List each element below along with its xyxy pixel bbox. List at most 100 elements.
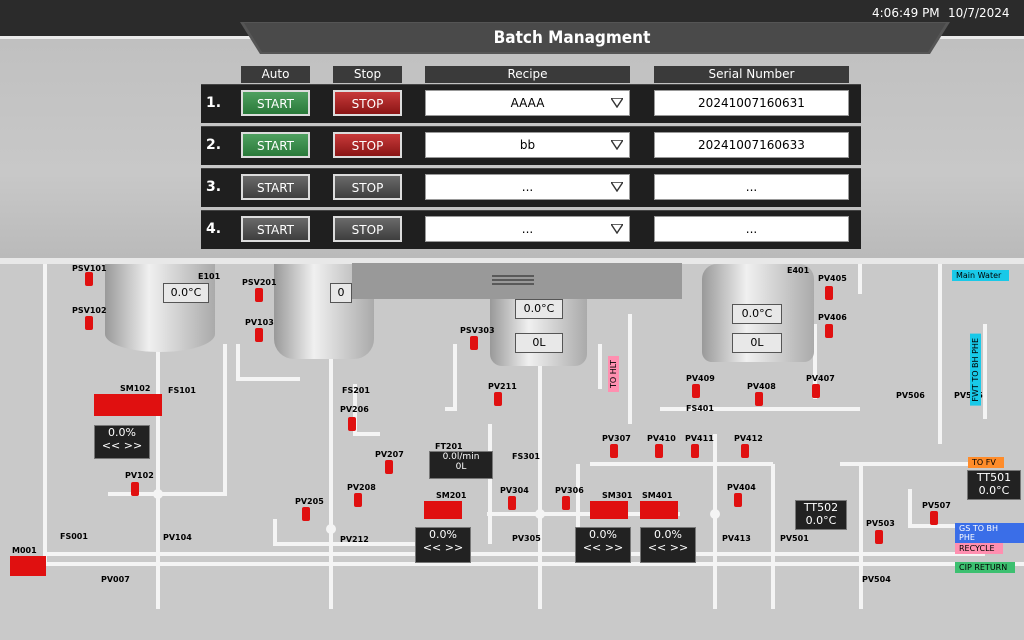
valve-pv208[interactable] [354,493,362,507]
sm201-readout: 0.0% << >> [415,527,471,563]
serial-field-1[interactable]: 20241007160631 [654,90,849,116]
valve-pv405[interactable] [825,286,833,300]
tag-pv404: PV404 [727,483,756,492]
valve-pv409[interactable] [692,384,700,398]
valve-psv101[interactable] [85,272,93,286]
ft201-readout: 0.0l/min 0L [429,451,493,479]
process-diagram: 0.0°C 0 0.0°C 0L 0.0°C 0L PSV101 E101 PS… [0,264,1024,640]
serial-field-4[interactable]: ... [654,216,849,242]
valve-pv406[interactable] [825,324,833,338]
tag-pv212: PV212 [340,535,369,544]
sm301-controls[interactable]: << >> [576,541,630,554]
valve-pv404[interactable] [734,493,742,507]
valve-pv207[interactable] [385,460,393,474]
stop-button-3[interactable]: STOP [333,174,402,200]
motor-sm401[interactable] [640,501,678,519]
tt501-value: 0.0°C [978,484,1010,497]
valve-pv205[interactable] [302,507,310,521]
tag-pv410: PV410 [647,434,676,443]
start-button-2[interactable]: START [241,132,310,158]
valve-psv303[interactable] [470,336,478,350]
tt501-tag: TT501 [976,471,1012,484]
serial-field-3[interactable]: ... [654,174,849,200]
drawer-handle[interactable] [352,263,682,299]
recipe-select-2[interactable]: bb [425,132,630,158]
tt502-value: 0.0°C [805,514,837,527]
tag-pv504: PV504 [862,575,891,584]
valve-psv102[interactable] [85,316,93,330]
tag-fs101: FS101 [168,386,196,395]
valve-pv304[interactable] [508,496,516,510]
valve-pv408[interactable] [755,392,763,406]
col-header-serial: Serial Number [654,66,849,83]
recipe-value-4: ... [521,222,534,236]
recipe-select-1[interactable]: AAAA [425,90,630,116]
tag-e401: E401 [787,266,810,275]
tag-pv503: PV503 [866,519,895,528]
batch-row-4: 4. START STOP ... ... [201,210,861,249]
stop-button-2[interactable]: STOP [333,132,402,158]
valve-pv307[interactable] [610,444,618,458]
tag-fs401: FS401 [686,404,714,413]
tag-e101: E101 [198,272,221,281]
tag-pv104: PV104 [163,533,192,542]
stop-button-4[interactable]: STOP [333,216,402,242]
tag-pv206: PV206 [340,405,369,414]
valve-pv211[interactable] [494,392,502,406]
valve-pv507[interactable] [930,511,938,525]
tank-1-temp: 0.0°C [163,283,209,303]
tank-3-temp: 0.0°C [515,299,563,319]
tag-pv501: PV501 [780,534,809,543]
tag-psv201: PSV201 [242,278,277,287]
valve-pv503[interactable] [875,530,883,544]
tag-m001: M001 [12,546,37,555]
valve-pv410[interactable] [655,444,663,458]
tt502-readout: TT502 0.0°C [795,500,847,530]
tag-pv413: PV413 [722,534,751,543]
tag-pv103: PV103 [245,318,274,327]
col-header-stop: Stop [333,66,402,83]
valve-pv206[interactable] [348,417,356,431]
sm201-controls[interactable]: << >> [416,541,470,554]
recipe-value-2: bb [519,138,536,152]
valve-pv103[interactable] [255,328,263,342]
valve-pv407[interactable] [812,384,820,398]
start-button-3[interactable]: START [241,174,310,200]
stop-button-1[interactable]: STOP [333,90,402,116]
start-button-1[interactable]: START [241,90,310,116]
valve-psv201[interactable] [255,288,263,302]
label-to-hlt: TO HLT [608,356,619,392]
motor-sm201[interactable] [424,501,462,519]
col-header-recipe: Recipe [425,66,630,83]
batch-row-2: 2. START STOP bb 20241007160633 [201,126,861,165]
sm102-controls[interactable]: << >> [95,439,149,452]
chevron-down-icon [611,224,623,234]
sm201-value: 0.0% [429,528,457,541]
serial-field-2[interactable]: 20241007160633 [654,132,849,158]
start-button-4[interactable]: START [241,216,310,242]
label-to-fv: TO FV [968,457,1004,468]
tag-fs001: FS001 [60,532,88,541]
motor-sm102[interactable] [94,394,162,416]
valve-pv412[interactable] [741,444,749,458]
tag-pv411: PV411 [685,434,714,443]
recipe-select-3[interactable]: ... [425,174,630,200]
row-number: 3. [206,179,222,195]
col-header-auto: Auto [241,66,310,83]
recipe-select-4[interactable]: ... [425,216,630,242]
tag-pv208: PV208 [347,483,376,492]
motor-m001[interactable] [10,556,46,576]
valve-pv306[interactable] [562,496,570,510]
motor-sm301[interactable] [590,501,628,519]
tag-pv406: PV406 [818,313,847,322]
tag-sm201: SM201 [436,491,467,500]
sm301-value: 0.0% [589,528,617,541]
tag-psv102: PSV102 [72,306,107,315]
tag-psv303: PSV303 [460,326,495,335]
grip-icon [492,275,534,285]
tank-4-temp: 0.0°C [732,304,782,324]
valve-pv102[interactable] [131,482,139,496]
tag-pv205: PV205 [295,497,324,506]
valve-pv411[interactable] [691,444,699,458]
sm401-controls[interactable]: << >> [641,541,695,554]
